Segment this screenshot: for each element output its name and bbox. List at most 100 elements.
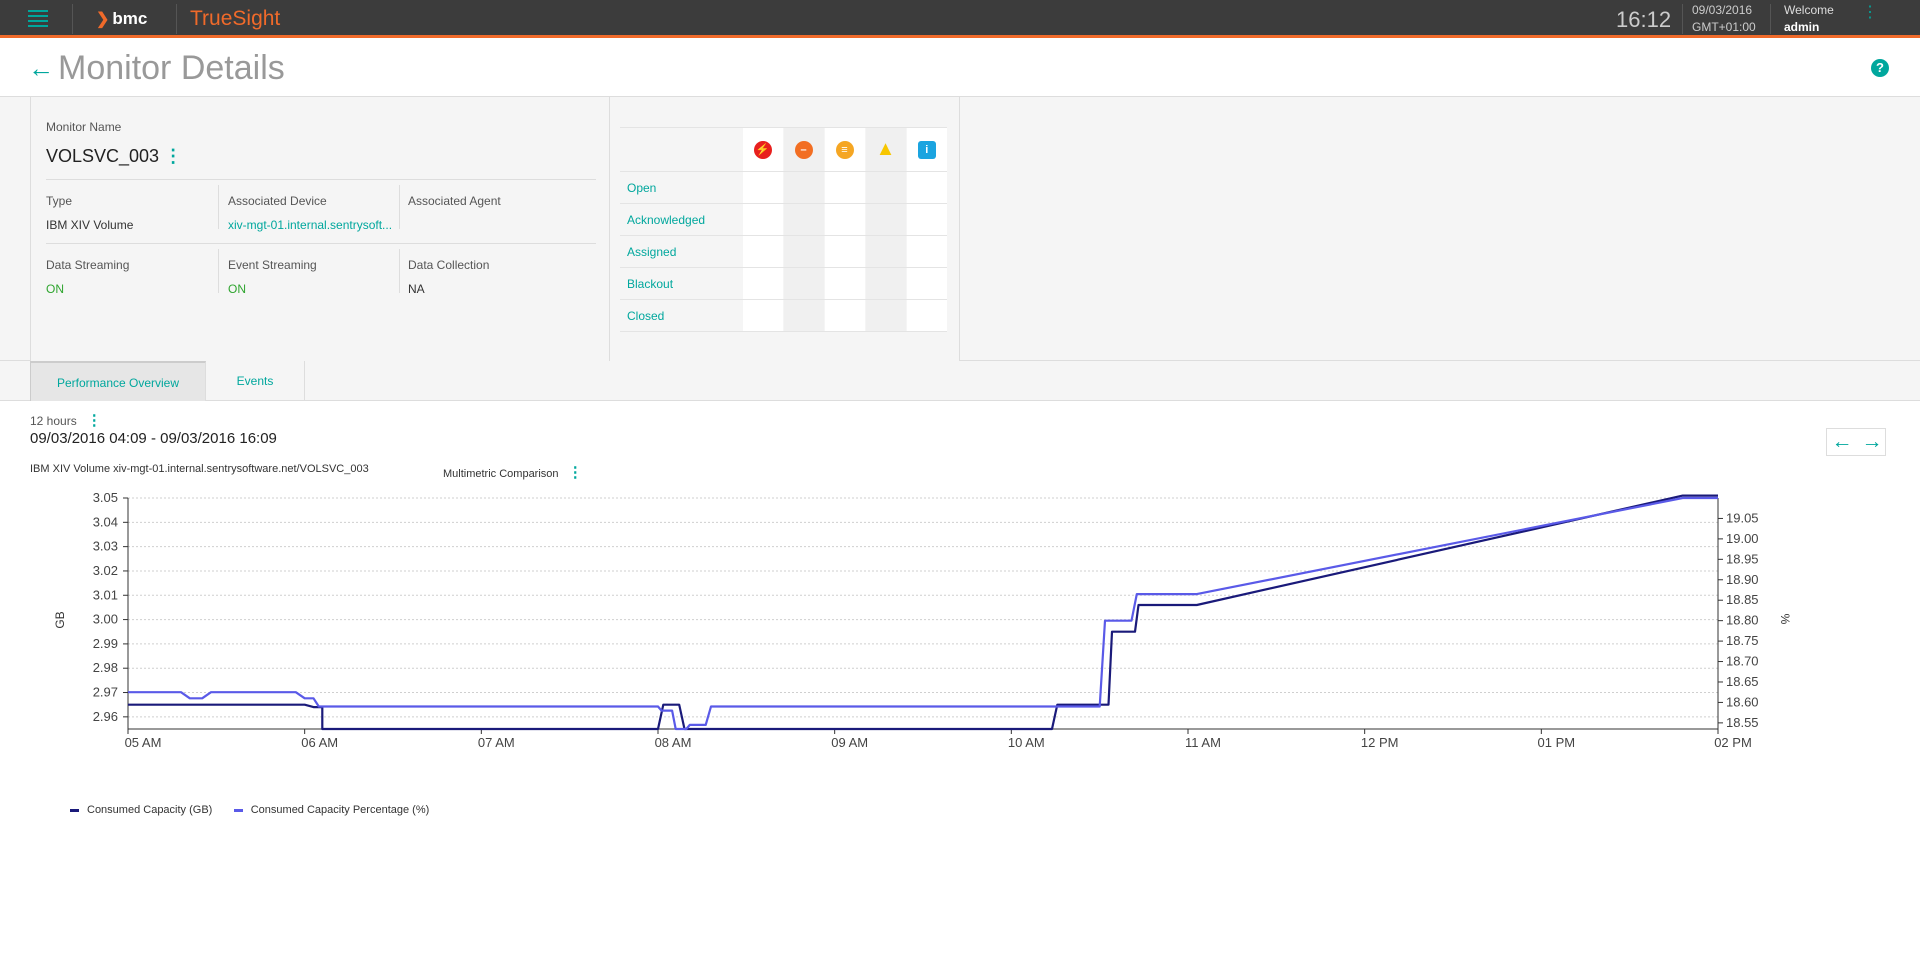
severity-major[interactable]: –: [782, 127, 824, 172]
chart-comparison-selector[interactable]: Multimetric Comparison ⋮: [443, 463, 583, 481]
event-count-cell[interactable]: [864, 267, 906, 300]
monitor-name-label: Monitor Name: [46, 120, 122, 134]
event-streaming-label: Event Streaming: [228, 258, 317, 272]
severity-critical[interactable]: ⚡: [741, 127, 783, 172]
next-period-arrow-icon[interactable]: →: [1857, 429, 1887, 455]
time-range-label: 12 hours: [30, 414, 77, 428]
y-right-tick-label: 18.85: [1726, 592, 1759, 607]
event-count-cell[interactable]: [905, 171, 947, 204]
event-count-cell[interactable]: [823, 171, 865, 204]
y-axis-right: 18.55 18.60 18.65 18.70 18.75 18.80 18.85 18.90…: [1717, 498, 1759, 730]
event-count-cell[interactable]: [905, 299, 947, 332]
legend-label: Consumed Capacity Percentage (%): [250, 804, 430, 816]
event-count-cell[interactable]: [905, 267, 947, 300]
y-left-tick-label: 3.03: [93, 539, 118, 554]
y-left-tick-label: 3.01: [93, 587, 118, 602]
welcome-text: Welcome: [1784, 3, 1834, 17]
brand-text: bmc: [112, 9, 148, 28]
event-count-cell[interactable]: [905, 235, 947, 268]
bmc-logo: ❯ bmc: [96, 9, 148, 28]
help-icon[interactable]: ?: [1871, 59, 1889, 77]
event-count-cell[interactable]: [864, 171, 906, 204]
y-right-tick-label: 18.90: [1726, 572, 1759, 587]
event-count-cell[interactable]: [741, 267, 783, 300]
event-count-cell[interactable]: [782, 171, 824, 204]
event-status-assigned[interactable]: Assigned: [620, 235, 742, 268]
x-tick-label: 09 AM: [831, 735, 868, 750]
type-label: Type: [46, 194, 73, 208]
username: admin: [1784, 20, 1820, 34]
y-left-tick-label: 3.02: [93, 563, 118, 578]
y-right-tick-label: 18.60: [1726, 694, 1759, 709]
event-count-cell[interactable]: [782, 235, 824, 268]
legend-item[interactable]: Consumed Capacity Percentage (%): [233, 804, 430, 816]
monitor-name-value: VOLSVC_003: [46, 146, 160, 166]
divider: [1682, 4, 1683, 34]
warning-icon: ▲: [875, 138, 896, 160]
event-count-cell[interactable]: [905, 203, 947, 236]
back-arrow-icon[interactable]: ←: [28, 53, 54, 84]
time-range-kebab-icon[interactable]: ⋮: [87, 412, 102, 429]
event-count-cell[interactable]: [741, 235, 783, 268]
severity-warning[interactable]: ▲: [864, 127, 906, 172]
y-right-tick-label: 18.65: [1726, 674, 1759, 689]
monitor-actions-kebab-icon[interactable]: ⋮: [164, 146, 182, 166]
y-left-tick-label: 2.97: [93, 685, 118, 700]
divider: [218, 185, 219, 229]
y-right-tick-label: 19.00: [1726, 531, 1759, 546]
event-count-cell[interactable]: [823, 267, 865, 300]
device-link[interactable]: xiv-mgt-01.internal.sentrysoft...: [228, 218, 392, 232]
y-right-tick-label: 18.70: [1726, 654, 1759, 669]
data-collection-label: Data Collection: [408, 258, 490, 272]
legend-label: Consumed Capacity (GB): [87, 804, 213, 816]
tab-performance-overview[interactable]: Performance Overview: [30, 361, 206, 401]
event-count-cell[interactable]: [782, 299, 824, 332]
date-display: 09/03/2016 GMT+01:00: [1692, 2, 1756, 36]
event-status-closed[interactable]: Closed: [620, 299, 742, 332]
event-row-closed: Closed: [620, 299, 947, 332]
agent-label: Associated Agent: [408, 194, 501, 208]
divider: [46, 243, 596, 244]
event-status-blackout[interactable]: Blackout: [620, 267, 742, 300]
previous-period-arrow-icon[interactable]: ←: [1827, 429, 1857, 455]
chart-series: [128, 494, 1718, 731]
tab-events[interactable]: Events: [206, 361, 305, 401]
user-info[interactable]: Welcome admin: [1784, 2, 1834, 36]
event-status-open[interactable]: Open: [620, 171, 742, 204]
x-tick-label: 10 AM: [1008, 735, 1045, 750]
event-status-acknowledged[interactable]: Acknowledged: [620, 203, 742, 236]
x-tick-label: 12 PM: [1361, 735, 1399, 750]
y-left-tick-label: 3.00: [93, 612, 118, 627]
event-count-cell[interactable]: [741, 299, 783, 332]
x-tick-label: 05 AM: [125, 735, 162, 750]
y-left-tick-label: 3.05: [93, 490, 118, 505]
x-tick-label: 02 PM: [1714, 735, 1752, 750]
chart-legend: Consumed Capacity (GB) Consumed Capacity…: [70, 804, 429, 816]
x-tick-label: 01 PM: [1538, 735, 1576, 750]
date-range: 09/03/2016 04:09 - 09/03/2016 16:09: [30, 430, 277, 447]
event-count-cell[interactable]: [823, 235, 865, 268]
event-count-cell[interactable]: [741, 203, 783, 236]
y-left-tick-label: 2.98: [93, 660, 118, 675]
critical-icon: ⚡: [753, 140, 772, 159]
comparison-kebab-icon[interactable]: ⋮: [568, 464, 583, 481]
user-menu-kebab-icon[interactable]: ⋮: [1862, 5, 1878, 21]
event-count-cell[interactable]: [782, 267, 824, 300]
event-summary-table: ⚡ – ≡ ▲ i Open Acknowledged Assigned Bla…: [620, 127, 947, 332]
event-count-cell[interactable]: [823, 203, 865, 236]
event-count-cell[interactable]: [741, 171, 783, 204]
severity-info[interactable]: i: [905, 127, 947, 172]
event-count-cell[interactable]: [823, 299, 865, 332]
event-row-blackout: Blackout: [620, 267, 947, 300]
time-range-selector[interactable]: 12 hours ⋮: [30, 411, 102, 429]
legend-item[interactable]: Consumed Capacity (GB): [70, 804, 212, 816]
event-count-cell[interactable]: [864, 203, 906, 236]
severity-minor[interactable]: ≡: [823, 127, 865, 172]
event-count-cell[interactable]: [864, 235, 906, 268]
y-right-tick-label: 18.95: [1726, 551, 1759, 566]
y-right-tick-label: 19.05: [1726, 510, 1759, 525]
hamburger-menu-icon[interactable]: [28, 10, 48, 27]
event-count-cell[interactable]: [864, 299, 906, 332]
info-icon: i: [917, 140, 936, 159]
event-count-cell[interactable]: [782, 203, 824, 236]
